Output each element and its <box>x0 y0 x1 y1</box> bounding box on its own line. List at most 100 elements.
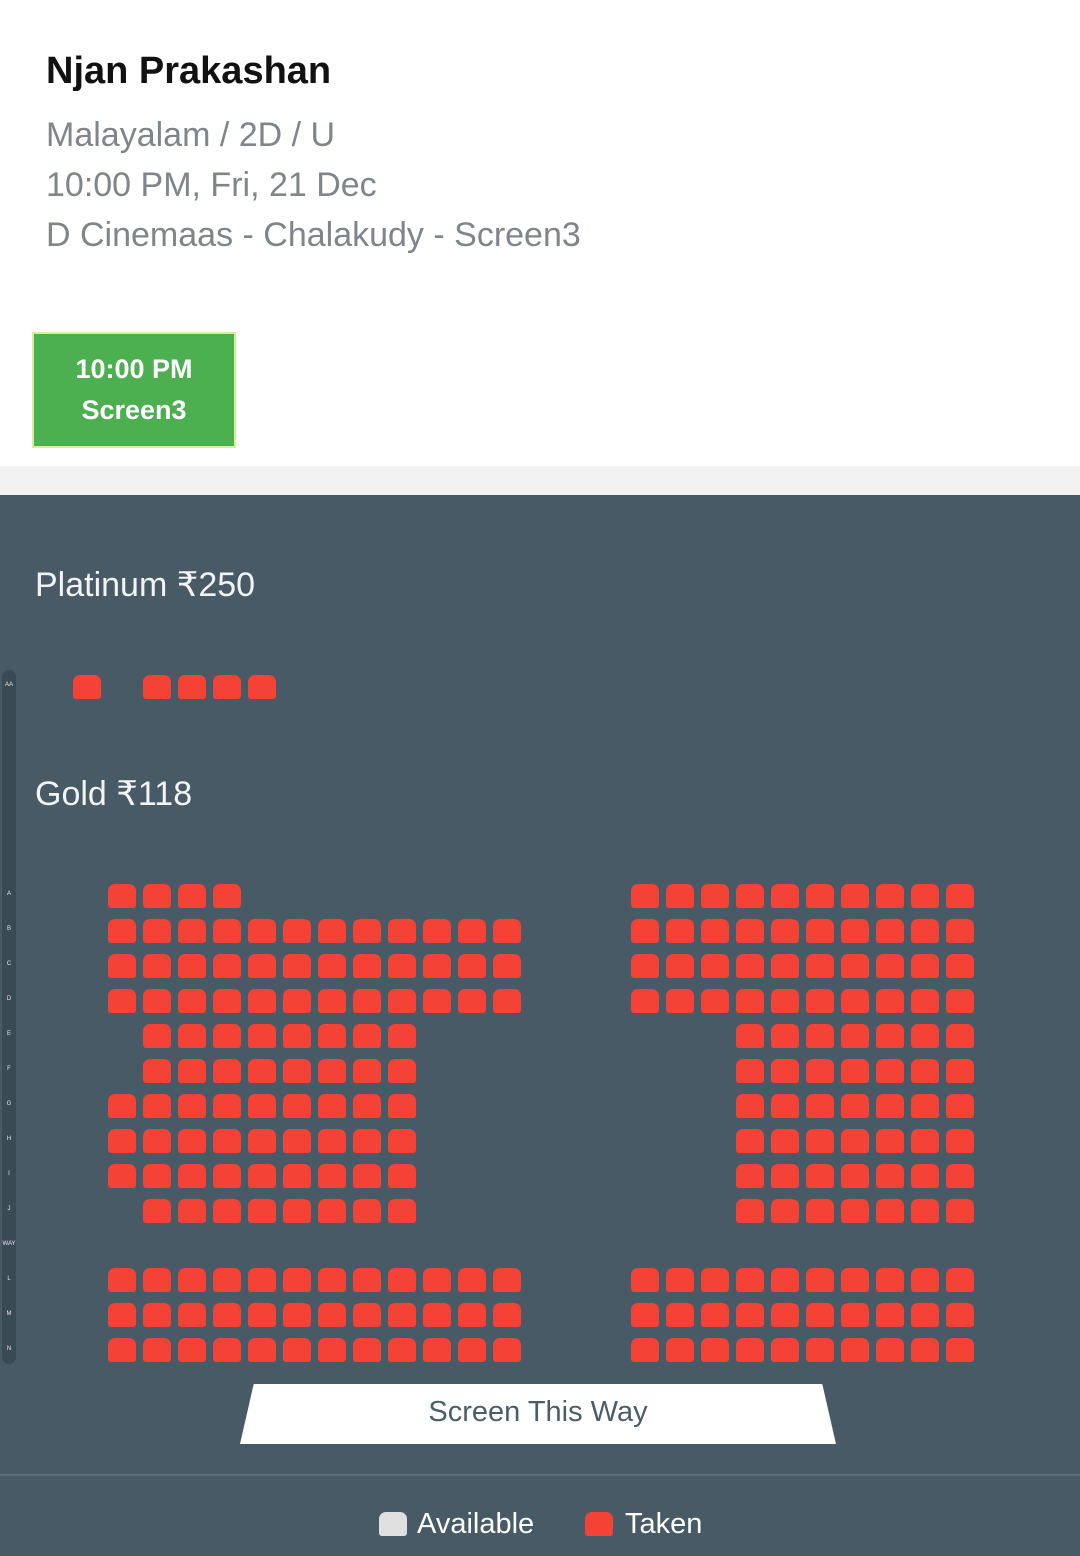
seat-taken[interactable] <box>108 954 136 978</box>
seat-taken[interactable] <box>911 1268 939 1292</box>
seat-taken[interactable] <box>736 1059 764 1083</box>
seat-taken[interactable] <box>736 1338 764 1362</box>
seat-taken[interactable] <box>876 1059 904 1083</box>
seat-taken[interactable] <box>248 1199 276 1223</box>
seat-taken[interactable] <box>388 1129 416 1153</box>
seat-taken[interactable] <box>806 989 834 1013</box>
seat-taken[interactable] <box>771 1338 799 1362</box>
seat-taken[interactable] <box>911 919 939 943</box>
seat-taken[interactable] <box>318 954 346 978</box>
seat-taken[interactable] <box>178 1129 206 1153</box>
seat-taken[interactable] <box>806 1094 834 1118</box>
seat-taken[interactable] <box>178 1268 206 1292</box>
seat-taken[interactable] <box>876 919 904 943</box>
seat-taken[interactable] <box>493 1268 521 1292</box>
seat-taken[interactable] <box>283 1268 311 1292</box>
seat-taken[interactable] <box>771 1303 799 1327</box>
showtime-button[interactable]: 10:00 PM Screen3 <box>32 332 236 448</box>
seat-taken[interactable] <box>248 1268 276 1292</box>
seat-taken[interactable] <box>806 1164 834 1188</box>
seat-taken[interactable] <box>248 1024 276 1048</box>
seat-taken[interactable] <box>911 1303 939 1327</box>
seat-taken[interactable] <box>318 1059 346 1083</box>
seat-taken[interactable] <box>213 1129 241 1153</box>
seat-taken[interactable] <box>631 989 659 1013</box>
seat-taken[interactable] <box>911 1059 939 1083</box>
seat-taken[interactable] <box>806 1268 834 1292</box>
seat-taken[interactable] <box>318 1024 346 1048</box>
seat-taken[interactable] <box>108 989 136 1013</box>
seat-taken[interactable] <box>248 675 276 699</box>
seat-taken[interactable] <box>213 954 241 978</box>
seat-taken[interactable] <box>806 1129 834 1153</box>
seat-taken[interactable] <box>108 1268 136 1292</box>
seat-taken[interactable] <box>493 1303 521 1327</box>
seat-taken[interactable] <box>841 1268 869 1292</box>
seat-taken[interactable] <box>876 954 904 978</box>
seat-taken[interactable] <box>353 1268 381 1292</box>
seat-taken[interactable] <box>143 919 171 943</box>
seat-taken[interactable] <box>353 1164 381 1188</box>
seat-taken[interactable] <box>143 1303 171 1327</box>
seat-taken[interactable] <box>771 1199 799 1223</box>
seat-taken[interactable] <box>423 1268 451 1292</box>
seat-taken[interactable] <box>353 954 381 978</box>
seat-taken[interactable] <box>353 1199 381 1223</box>
seat-taken[interactable] <box>458 1338 486 1362</box>
seat-taken[interactable] <box>666 989 694 1013</box>
seat-taken[interactable] <box>806 1059 834 1083</box>
seat-taken[interactable] <box>213 1338 241 1362</box>
seat-taken[interactable] <box>771 919 799 943</box>
seat-taken[interactable] <box>178 884 206 908</box>
seat-taken[interactable] <box>876 1129 904 1153</box>
seat-taken[interactable] <box>736 1024 764 1048</box>
seat-taken[interactable] <box>771 884 799 908</box>
seat-taken[interactable] <box>806 1024 834 1048</box>
seat-taken[interactable] <box>318 919 346 943</box>
seat-taken[interactable] <box>353 1059 381 1083</box>
seat-taken[interactable] <box>318 1303 346 1327</box>
seat-taken[interactable] <box>876 1268 904 1292</box>
seat-taken[interactable] <box>423 989 451 1013</box>
seat-taken[interactable] <box>283 1164 311 1188</box>
seat-taken[interactable] <box>143 1338 171 1362</box>
seat-taken[interactable] <box>841 1129 869 1153</box>
seat-taken[interactable] <box>458 954 486 978</box>
seat-taken[interactable] <box>701 1338 729 1362</box>
seat-taken[interactable] <box>946 1303 974 1327</box>
seat-taken[interactable] <box>353 989 381 1013</box>
seat-taken[interactable] <box>666 954 694 978</box>
seat-taken[interactable] <box>666 1268 694 1292</box>
seat-taken[interactable] <box>423 919 451 943</box>
seat-taken[interactable] <box>423 954 451 978</box>
seat-taken[interactable] <box>631 919 659 943</box>
seat-taken[interactable] <box>841 1199 869 1223</box>
seat-taken[interactable] <box>701 919 729 943</box>
seat-taken[interactable] <box>493 919 521 943</box>
seat-taken[interactable] <box>213 1303 241 1327</box>
seat-taken[interactable] <box>178 1303 206 1327</box>
seat-taken[interactable] <box>841 919 869 943</box>
seat-taken[interactable] <box>771 1268 799 1292</box>
seat-taken[interactable] <box>631 1268 659 1292</box>
seat-taken[interactable] <box>946 919 974 943</box>
seat-taken[interactable] <box>178 954 206 978</box>
seat-taken[interactable] <box>213 1199 241 1223</box>
seat-taken[interactable] <box>213 1094 241 1118</box>
seat-taken[interactable] <box>841 1338 869 1362</box>
seat-taken[interactable] <box>318 1338 346 1362</box>
seat-taken[interactable] <box>283 1199 311 1223</box>
seat-taken[interactable] <box>423 1338 451 1362</box>
seat-taken[interactable] <box>178 1338 206 1362</box>
seat-taken[interactable] <box>631 884 659 908</box>
seat-taken[interactable] <box>248 1059 276 1083</box>
seat-taken[interactable] <box>493 989 521 1013</box>
seat-taken[interactable] <box>876 1338 904 1362</box>
seat-taken[interactable] <box>736 1199 764 1223</box>
seat-taken[interactable] <box>388 1338 416 1362</box>
seat-taken[interactable] <box>876 1094 904 1118</box>
seat-taken[interactable] <box>283 1338 311 1362</box>
seat-taken[interactable] <box>493 954 521 978</box>
seat-taken[interactable] <box>283 919 311 943</box>
seat-taken[interactable] <box>458 919 486 943</box>
